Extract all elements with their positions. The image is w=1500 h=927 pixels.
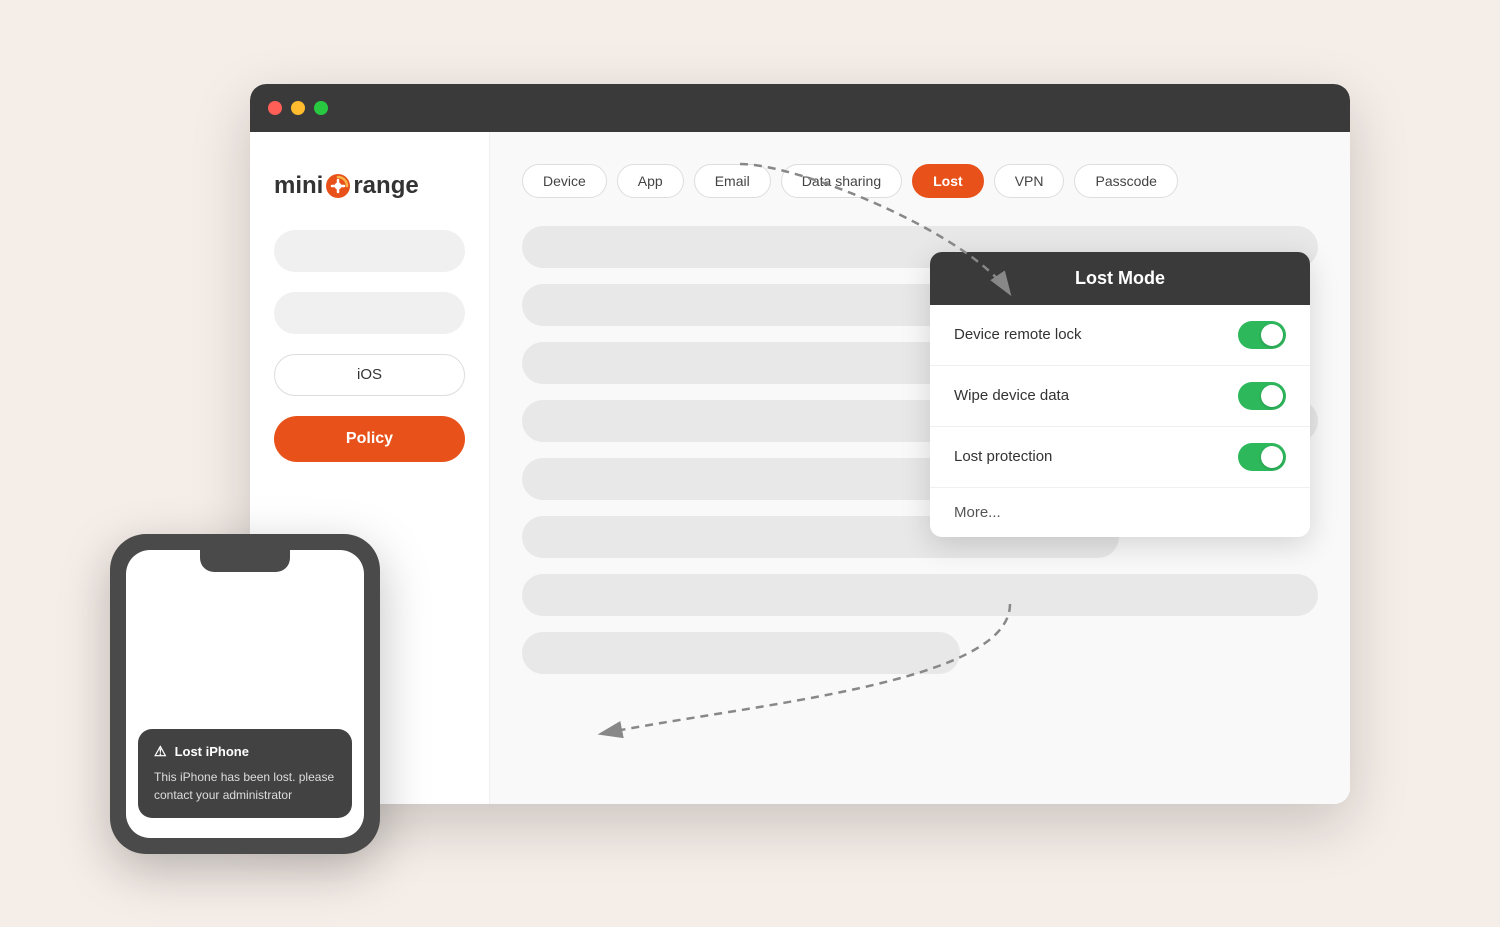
sidebar-input-2[interactable] xyxy=(274,292,465,334)
toggle-wipe[interactable] xyxy=(1238,382,1286,410)
popup-label-lost-protection: Lost protection xyxy=(954,448,1052,465)
skeleton-row-5 xyxy=(522,458,960,500)
tab-email[interactable]: Email xyxy=(694,164,771,198)
popup-row-lost-protection: Lost protection xyxy=(930,427,1310,488)
warning-icon: ⚠ xyxy=(154,743,167,760)
tab-passcode[interactable]: Passcode xyxy=(1074,164,1177,198)
notification-title-row: ⚠ Lost iPhone xyxy=(154,743,336,760)
browser-titlebar xyxy=(250,84,1350,132)
notification-body: This iPhone has been lost. please contac… xyxy=(154,768,336,804)
close-button-icon[interactable] xyxy=(268,101,282,115)
tab-vpn[interactable]: VPN xyxy=(994,164,1065,198)
browser-window: mini range xyxy=(250,84,1350,804)
skeleton-row-8 xyxy=(522,632,960,674)
phone-notification: ⚠ Lost iPhone This iPhone has been lost.… xyxy=(138,729,352,818)
scene: mini range xyxy=(110,54,1390,874)
toggle-remote-lock[interactable] xyxy=(1238,321,1286,349)
popup-row-remote-lock: Device remote lock xyxy=(930,305,1310,366)
popup-label-remote-lock: Device remote lock xyxy=(954,326,1082,343)
popup-label-wipe: Wipe device data xyxy=(954,387,1069,404)
phone-screen: ⚠ Lost iPhone This iPhone has been lost.… xyxy=(126,550,364,838)
notification-title: Lost iPhone xyxy=(175,744,249,759)
phone-mockup: ⚠ Lost iPhone This iPhone has been lost.… xyxy=(110,534,380,854)
tab-device[interactable]: Device xyxy=(522,164,607,198)
skeleton-row-2 xyxy=(522,284,960,326)
tab-data-sharing[interactable]: Data sharing xyxy=(781,164,902,198)
skeleton-row-7 xyxy=(522,574,1318,616)
logo-area: mini range xyxy=(274,172,465,200)
popup-label-more: More... xyxy=(954,504,1001,521)
popup-title: Lost Mode xyxy=(1075,268,1165,288)
toggle-lost-protection[interactable] xyxy=(1238,443,1286,471)
phone-notch xyxy=(200,550,290,572)
logo-text-mini: mini xyxy=(274,172,323,200)
lost-mode-popup: Lost Mode Device remote lock xyxy=(930,252,1310,537)
sidebar-input-1[interactable] xyxy=(274,230,465,272)
main-panel: Device App Email Data sharing Lost VPN P… xyxy=(490,132,1350,804)
browser-content: mini range xyxy=(250,132,1350,804)
minimize-button-icon[interactable] xyxy=(291,101,305,115)
logo-icon xyxy=(325,173,351,199)
logo: mini range xyxy=(274,172,465,200)
sidebar-select-value: iOS xyxy=(357,366,382,383)
tab-app[interactable]: App xyxy=(617,164,684,198)
popup-row-more: More... xyxy=(930,488,1310,537)
policy-button[interactable]: Policy xyxy=(274,416,465,462)
sidebar-os-select[interactable]: iOS xyxy=(274,354,465,396)
logo-text-range: range xyxy=(353,172,418,200)
popup-row-wipe: Wipe device data xyxy=(930,366,1310,427)
tab-bar: Device App Email Data sharing Lost VPN P… xyxy=(522,164,1318,198)
maximize-button-icon[interactable] xyxy=(314,101,328,115)
tab-lost[interactable]: Lost xyxy=(912,164,984,198)
popup-header: Lost Mode xyxy=(930,252,1310,305)
popup-body: Device remote lock Wipe device data xyxy=(930,305,1310,537)
